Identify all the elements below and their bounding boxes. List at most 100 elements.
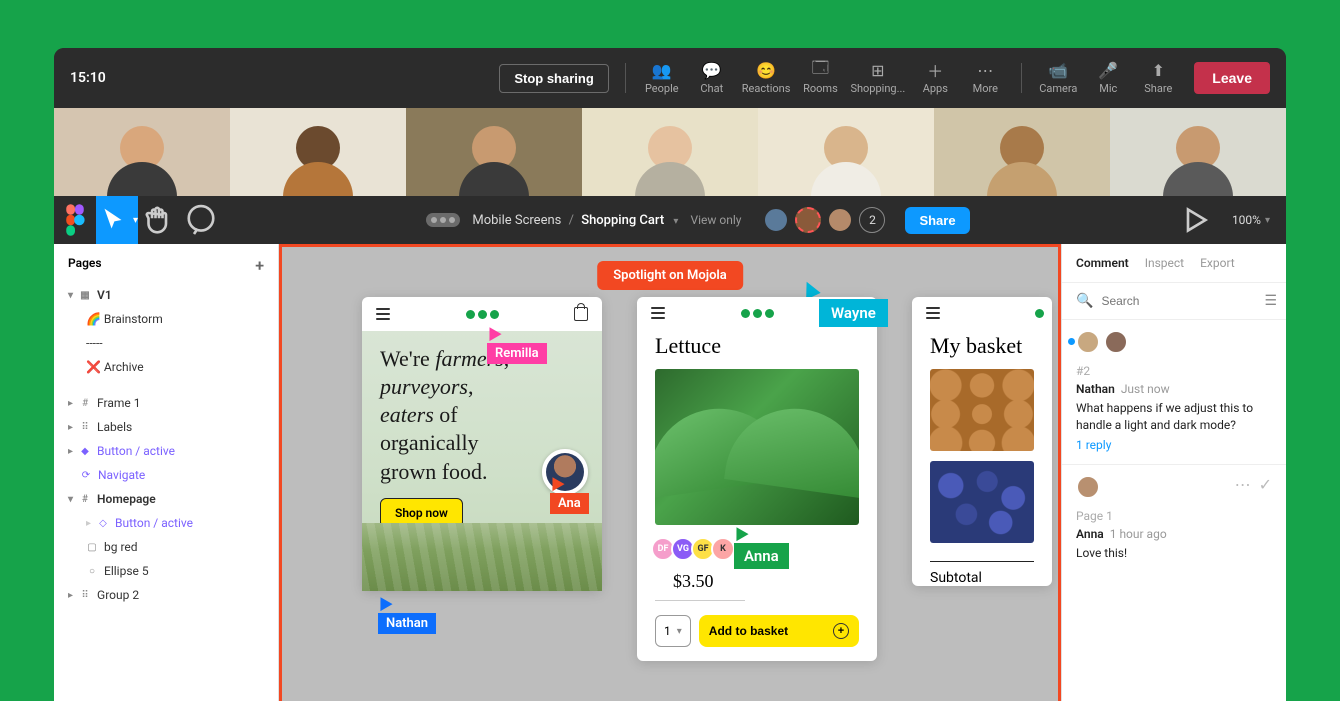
menu-icon[interactable]	[376, 308, 390, 320]
participant-tile[interactable]	[934, 108, 1110, 196]
share-button[interactable]: ⬆Share	[1138, 61, 1178, 95]
layer-item[interactable]: ▸#Frame 1	[54, 391, 278, 415]
logo-icon	[741, 309, 774, 318]
comment-thread[interactable]: #2 NathanJust now What happens if we adj…	[1062, 360, 1286, 465]
people-button[interactable]: 👥People	[642, 61, 682, 95]
reactions-button[interactable]: 😊Reactions	[742, 61, 791, 95]
breadcrumb[interactable]: Mobile Screens / Shopping Cart ▾	[472, 213, 678, 228]
menu-icon[interactable]	[651, 307, 665, 319]
video-gallery	[54, 108, 1286, 196]
more-icon: ⋯	[1235, 475, 1251, 499]
tab-export[interactable]: Export	[1200, 256, 1235, 270]
comment-thread[interactable]: Page 1 Anna1 hour ago Love this!	[1062, 505, 1286, 578]
remote-cursor-ana: Ana	[550, 479, 589, 514]
reply-link[interactable]: 1 reply	[1076, 438, 1111, 452]
subtotal-label: Subtotal	[930, 561, 1034, 586]
participant-tile[interactable]	[54, 108, 230, 196]
participant-tile[interactable]	[230, 108, 406, 196]
filter-icon[interactable]: ⚙	[1285, 293, 1286, 309]
tab-comment[interactable]: Comment	[1076, 256, 1129, 270]
call-time: 15:10	[70, 70, 106, 86]
divider	[625, 63, 626, 93]
remote-cursor-wayne: Wayne	[819, 297, 888, 327]
layer-item[interactable]: ▸◇Button / active	[54, 511, 278, 535]
spotlight-badge[interactable]: Spotlight on Mojola	[597, 261, 743, 290]
layer-item[interactable]: ⟳Navigate	[54, 463, 278, 487]
figma-toolbar: ▾ Mobile Screens / Shopping Cart ▾ View …	[54, 196, 1286, 244]
participant-tile[interactable]	[582, 108, 758, 196]
divider	[1021, 63, 1022, 93]
comment-thread-avatars	[1062, 320, 1286, 360]
apps-button[interactable]: ＋Apps	[915, 61, 955, 95]
app-window: 15:10 Stop sharing 👥People 💬Chat 😊Reacti…	[54, 48, 1286, 701]
mic-button[interactable]: 🎤Mic	[1088, 61, 1128, 95]
participant-tile[interactable]	[406, 108, 582, 196]
right-panel: Comment Inspect Export 🔍 ☰ ⚙ #2 NathanJu…	[1061, 244, 1286, 701]
camera-button[interactable]: 📹Camera	[1038, 61, 1078, 95]
remote-cursor-anna: Anna	[734, 529, 789, 569]
logo-icon	[466, 310, 499, 319]
participant-tile[interactable]	[1110, 108, 1286, 196]
teams-top-bar: 15:10 Stop sharing 👥People 💬Chat 😊Reacti…	[54, 48, 1286, 108]
sort-icon[interactable]: ☰	[1264, 293, 1277, 309]
page-item[interactable]: 🌈 Brainstorm	[54, 307, 278, 331]
plus-icon: +	[833, 623, 849, 639]
view-mode-label: View only	[690, 213, 741, 227]
cart-icon[interactable]	[574, 307, 588, 321]
remote-cursor-nathan: Nathan	[378, 599, 436, 634]
page-item[interactable]: -----	[54, 331, 278, 355]
layer-item[interactable]: ▾#Homepage	[54, 487, 278, 511]
move-tool[interactable]: ▾	[96, 196, 138, 244]
rooms-button[interactable]: 🗔Rooms	[800, 61, 840, 95]
canvas[interactable]: Spotlight on Mojola We're farmers,purvey…	[279, 244, 1061, 701]
product-image	[655, 369, 859, 525]
page-item[interactable]: ❌ Archive	[54, 355, 278, 379]
right-tabs: Comment Inspect Export	[1062, 244, 1286, 283]
resolve-icon: ✓	[1259, 475, 1272, 499]
search-icon: 🔍	[1076, 293, 1093, 309]
menu-icon[interactable]	[926, 307, 940, 319]
extra-count[interactable]: 2	[859, 207, 885, 233]
more-button[interactable]: ⋯More	[965, 61, 1005, 95]
hero-image	[362, 523, 602, 591]
layer-item[interactable]: ▸◆Button / active	[54, 439, 278, 463]
pages-title: Pages	[68, 256, 102, 275]
participant-tile[interactable]	[758, 108, 934, 196]
stop-sharing-button[interactable]: Stop sharing	[499, 64, 608, 93]
shopping-app-button[interactable]: ⊞Shopping...	[850, 61, 905, 95]
leave-button[interactable]: Leave	[1194, 62, 1270, 94]
layer-item[interactable]: ○Ellipse 5	[54, 559, 278, 583]
left-panel: Pages + ▾▦V1 🌈 Brainstorm ----- ❌ Archiv…	[54, 244, 279, 701]
figma-logo-icon[interactable]	[54, 196, 96, 244]
basket-item-blueberries[interactable]	[930, 461, 1034, 543]
product-title: Lettuce	[637, 329, 877, 369]
comment-thread-avatars: ⋯✓	[1062, 465, 1286, 505]
basket-item-eggs[interactable]	[930, 369, 1034, 451]
basket-title: My basket	[912, 329, 1052, 369]
comment-tool[interactable]	[180, 196, 222, 244]
hand-tool[interactable]	[138, 196, 180, 244]
team-icon	[426, 213, 460, 227]
logo-icon	[1035, 309, 1044, 318]
figma-share-button[interactable]: Share	[905, 207, 969, 234]
tab-inspect[interactable]: Inspect	[1145, 256, 1184, 270]
page-item[interactable]: ▾▦V1	[54, 283, 278, 307]
layer-item[interactable]: ▸⠿Labels	[54, 415, 278, 439]
chat-button[interactable]: 💬Chat	[692, 61, 732, 95]
remote-cursor-remilla: Remilla	[487, 329, 547, 364]
layer-item[interactable]: ▢bg red	[54, 535, 278, 559]
artboard-basket[interactable]: My basket Subtotal	[912, 297, 1052, 586]
comment-search-input[interactable]	[1101, 294, 1256, 308]
add-to-basket-button[interactable]: Add to basket+	[699, 615, 859, 647]
artboard-home[interactable]: We're farmers,purveyors,eaters oforganic…	[362, 297, 602, 591]
unread-dot-icon	[1068, 338, 1075, 345]
layer-item[interactable]: ▸⠿Group 2	[54, 583, 278, 607]
add-page-button[interactable]: +	[255, 256, 264, 275]
main-area: Pages + ▾▦V1 🌈 Brainstorm ----- ❌ Archiv…	[54, 244, 1286, 701]
artboard-product[interactable]: Lettuce DF VG GF K $3.50 1▾ Add to baske…	[637, 297, 877, 661]
collaborator-avatars[interactable]: 2	[763, 207, 885, 233]
product-price: $3.50	[655, 567, 745, 601]
zoom-control[interactable]: 100%▾	[1216, 213, 1286, 227]
present-button[interactable]	[1174, 196, 1216, 244]
quantity-stepper[interactable]: 1▾	[655, 615, 691, 647]
